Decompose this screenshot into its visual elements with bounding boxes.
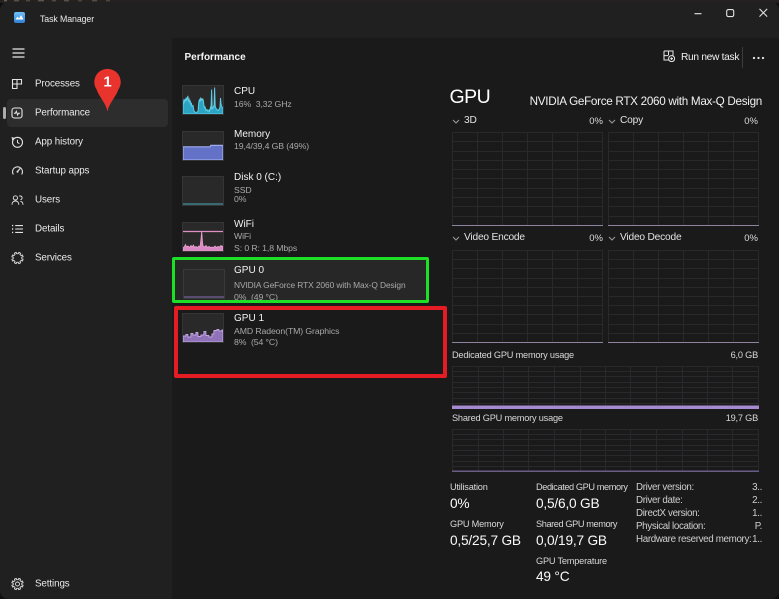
svg-text:1: 1: [103, 74, 111, 91]
